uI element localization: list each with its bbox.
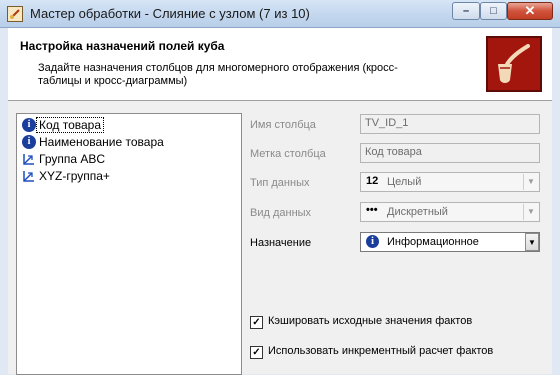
list-item-label: Группа ABC [39,152,106,166]
list-item-label: Наименование товара [39,135,164,149]
pipe-logo-icon [486,36,542,92]
close-button[interactable]: ✕ [507,2,553,20]
header-title: Настройка назначений полей куба [20,39,225,53]
checkbox-check-icon[interactable]: ✓ [250,316,263,329]
incremental-calc-checkbox[interactable]: ✓ Использовать инкрементный расчет факто… [250,345,540,361]
checkbox-check-icon[interactable]: ✓ [250,346,263,359]
fields-listbox[interactable]: i Код товара i Наименование товара Групп… [16,113,242,375]
cache-facts-checkbox[interactable]: ✓ Кэшировать исходные значения фактов [250,315,540,331]
chevron-down-icon[interactable]: ▼ [523,204,538,220]
incremental-calc-label: Использовать инкрементный расчет фактов [268,345,494,357]
minimize-icon: – [462,5,470,17]
dimension-icon [22,152,36,166]
list-item[interactable]: i Наименование товара [20,134,240,150]
data-type-label: Тип данных [250,177,310,189]
column-caption-label: Метка столбца [250,148,326,160]
info-icon: i [22,118,36,132]
dimension-icon [22,169,36,183]
minimize-button[interactable]: – [452,2,480,20]
title-bar: Мастер обработки - Слияние с узлом (7 из… [0,0,560,28]
data-type-value: Целый [387,176,422,188]
data-kind-select[interactable]: ••• Дискретный ▼ [360,202,540,222]
column-name-field[interactable]: TV_ID_1 [360,114,540,134]
header-description: Задайте назначения столбцов для многомер… [38,62,398,87]
data-kind-label: Вид данных [250,207,312,219]
column-caption-field[interactable]: Код товара [360,143,540,163]
info-icon: i [22,135,36,149]
list-item-label: Код товара [35,117,105,133]
app-icon[interactable] [7,6,23,22]
wizard-header: Настройка назначений полей куба Задайте … [8,28,552,101]
maximize-icon: □ [490,5,497,17]
list-item[interactable]: i Код товара [20,117,240,133]
wizard-body: i Код товара i Наименование товара Групп… [8,101,552,375]
close-icon: ✕ [524,3,536,18]
list-item-label: XYZ-группа+ [39,169,110,183]
data-type-select[interactable]: 12 Целый ▼ [360,172,540,192]
purpose-select[interactable]: i Информационное ▼ [360,232,540,252]
chevron-down-icon[interactable]: ▼ [523,174,538,190]
column-name-label: Имя столбца [250,119,316,131]
data-kind-value: Дискретный [387,206,448,218]
chevron-down-icon[interactable]: ▼ [525,233,539,251]
discrete-icon: ••• [366,204,378,216]
cache-facts-label: Кэшировать исходные значения фактов [268,315,473,327]
window-title: Мастер обработки - Слияние с узлом (7 из… [30,6,310,21]
info-icon: i [366,235,379,248]
purpose-label: Назначение [250,237,312,249]
maximize-button[interactable]: □ [480,2,507,20]
list-item[interactable]: Группа ABC [20,151,240,167]
integer-type-icon: 12 [366,175,379,187]
list-item[interactable]: XYZ-группа+ [20,168,240,184]
purpose-value: Информационное [387,236,479,248]
